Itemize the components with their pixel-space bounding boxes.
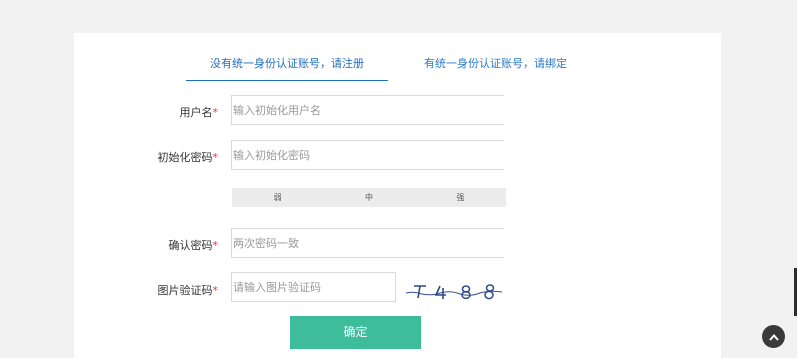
password-input[interactable]: [231, 140, 504, 170]
required-mark: *: [212, 284, 219, 297]
strength-weak: 弱: [273, 193, 282, 202]
captcha-input[interactable]: [231, 272, 396, 302]
required-mark: *: [212, 239, 219, 252]
strength-medium: 中: [364, 193, 373, 202]
captcha-image[interactable]: [404, 278, 504, 302]
password-strength-meter: 弱 中 强: [232, 188, 506, 207]
submit-button[interactable]: 确定: [290, 316, 421, 349]
required-mark: *: [212, 106, 219, 119]
username-input[interactable]: [231, 95, 504, 125]
confirm-password-label: 确认密码*: [168, 239, 219, 252]
captcha-label: 图片验证码*: [157, 284, 219, 297]
required-mark: *: [212, 151, 219, 164]
confirm-password-input[interactable]: [231, 228, 504, 258]
register-panel: 没有统一身份认证账号，请注册 有统一身份认证账号，请绑定 用户名* 初始化密码*…: [74, 33, 721, 358]
active-tab-underline: [186, 80, 388, 81]
chevron-up-icon: [768, 333, 779, 341]
tab-bind-account[interactable]: 有统一身份认证账号，请绑定: [424, 57, 567, 71]
strength-strong: 强: [456, 193, 465, 202]
scroll-to-top-button[interactable]: [762, 325, 785, 348]
tab-register[interactable]: 没有统一身份认证账号，请注册: [186, 57, 388, 71]
username-label: 用户名*: [179, 106, 219, 119]
password-label: 初始化密码*: [157, 151, 219, 164]
